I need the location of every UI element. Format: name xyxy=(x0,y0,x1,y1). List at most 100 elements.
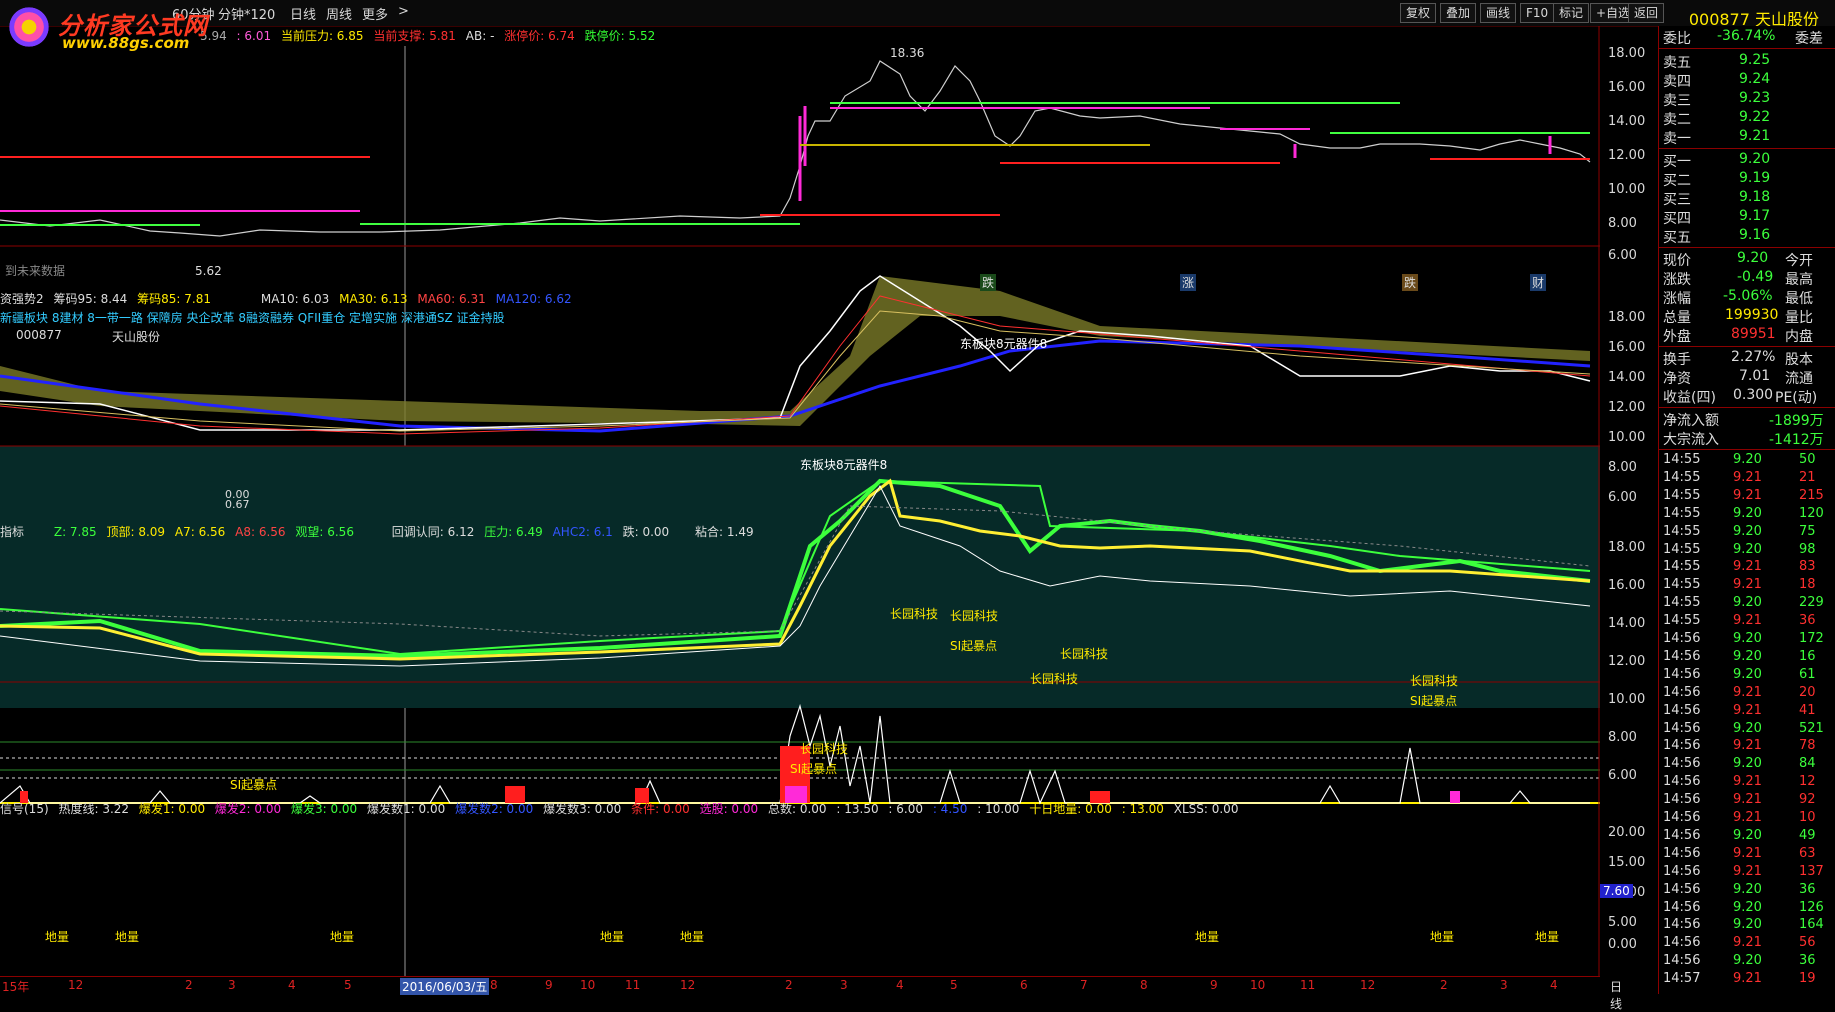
back-button[interactable]: 返回 xyxy=(1628,3,1665,23)
trade-time: 14:56 xyxy=(1663,756,1701,772)
trade-row: 14:56 9.20 521 xyxy=(1659,721,1835,739)
bid-row[interactable]: 买三 9.18 xyxy=(1659,189,1835,208)
trade-volume: 16 xyxy=(1799,648,1816,664)
panel2-indicator-row: 资强势2 筹码95: 8.44 筹码85: 7.81 MA10: 6.03 MA… xyxy=(0,292,572,306)
panel2-annot-1: 东板块8元器件8 xyxy=(960,337,1048,351)
bid-row[interactable]: 买二 9.19 xyxy=(1659,170,1835,189)
trade-row: 14:55 9.21 21 xyxy=(1659,470,1835,488)
stat-row: 净流入额 -1899万 xyxy=(1663,413,1824,429)
period-more[interactable]: 更多 xyxy=(362,4,388,23)
overlay-button[interactable]: 叠加 xyxy=(1440,3,1477,23)
event-label-1[interactable]: 跌 xyxy=(980,274,997,291)
stat-row: 大宗流入 -1412万 xyxy=(1663,432,1824,448)
trade-row: 14:56 9.20 84 xyxy=(1659,756,1835,774)
trade-time: 14:56 xyxy=(1663,631,1701,646)
trade-row: 14:55 9.20 229 xyxy=(1659,595,1835,613)
trade-price: 9.20 xyxy=(1733,523,1762,539)
stat-row: 现价 9.20 今开 xyxy=(1663,250,1813,269)
panel4-label-8: 地量 xyxy=(1535,930,1560,944)
trade-time: 14:56 xyxy=(1663,666,1701,682)
panel3-label-2: 长园科技 xyxy=(950,609,999,623)
trade-volume: 61 xyxy=(1799,666,1816,682)
event-label-3[interactable]: 跌 xyxy=(1402,274,1419,291)
stat-row: 收益(四) 0.300 PE(动) xyxy=(1663,387,1818,406)
bid-row[interactable]: 买四 9.17 xyxy=(1659,208,1835,227)
trade-price: 9.20 xyxy=(1733,756,1762,772)
future-data-note: 到未来数据 xyxy=(5,264,66,278)
ask-row[interactable]: 卖一 9.21 xyxy=(1659,128,1835,147)
trade-row: 14:55 9.21 215 xyxy=(1659,488,1835,506)
trade-volume: 12 xyxy=(1799,774,1816,790)
stat-row: 涨幅 -5.06% 最低 xyxy=(1663,288,1813,307)
chevron-right-icon[interactable]: > xyxy=(398,4,409,19)
trade-row: 14:57 9.21 19 xyxy=(1659,971,1835,989)
trade-price: 9.20 xyxy=(1733,917,1762,933)
ask-row[interactable]: 卖二 9.22 xyxy=(1659,109,1835,128)
trade-price: 9.21 xyxy=(1733,774,1762,790)
mark-button[interactable]: 标记 xyxy=(1553,3,1590,23)
trade-row: 14:56 9.21 20 xyxy=(1659,685,1835,703)
trade-volume: 84 xyxy=(1799,756,1816,772)
panel4-indicator-row: 信号(15) 热度线: 3.22 爆发1: 0.00 爆发2: 0.00 爆发3… xyxy=(0,802,1239,816)
panel3-label-10: SI起暴点 xyxy=(1410,694,1458,708)
panel2-code: 000877 xyxy=(16,328,62,342)
trade-price: 9.21 xyxy=(1733,702,1762,718)
ask-row[interactable]: 卖四 9.24 xyxy=(1659,71,1835,90)
event-label-2[interactable]: 涨 xyxy=(1180,274,1197,291)
trade-price: 9.20 xyxy=(1733,595,1762,611)
f10-button[interactable]: F10 xyxy=(1520,3,1555,23)
trade-time: 14:56 xyxy=(1663,845,1701,861)
top-toolbar: 60分钟 分钟*120 日线 周线 更多 > 复权 叠加 画线 F10 标记 +… xyxy=(0,0,1835,29)
period-indicator[interactable]: 日线 xyxy=(1610,978,1622,1012)
panel4-label-4: 地量 xyxy=(600,930,625,944)
trade-price: 9.21 xyxy=(1733,487,1762,503)
event-label-4[interactable]: 财 xyxy=(1530,274,1547,291)
trade-price: 9.21 xyxy=(1733,935,1762,951)
period-120min[interactable]: 分钟*120 xyxy=(218,4,275,23)
panel2-axis: 18.00 16.00 14.00 12.00 10.00 8.00 6.00 xyxy=(1608,310,1646,505)
panel3-indicator-row: 指标 Z: 7.85 顶部: 8.09 A7: 6.56 A8: 6.56 观望… xyxy=(0,525,754,539)
trade-price: 9.21 xyxy=(1733,559,1762,575)
quote-panel: 委比 -36.74% 委差 卖五 9.25 卖四 9.24 卖三 9.23 卖二 9.2… xyxy=(1658,26,1835,994)
trade-price: 9.21 xyxy=(1733,613,1762,629)
trade-row: 14:56 9.20 49 xyxy=(1659,828,1835,846)
draw-line-button[interactable]: 画线 xyxy=(1480,3,1517,23)
panel3-label-4: 长园科技 xyxy=(1030,672,1079,686)
trade-row: 14:56 9.21 63 xyxy=(1659,846,1835,864)
trade-time: 14:56 xyxy=(1663,648,1701,664)
period-weekly[interactable]: 周线 xyxy=(326,4,352,23)
trade-volume: 229 xyxy=(1799,595,1824,611)
period-daily[interactable]: 日线 xyxy=(290,4,316,23)
trade-time: 14:55 xyxy=(1663,523,1701,539)
ask-row[interactable]: 卖三 9.23 xyxy=(1659,90,1835,109)
trade-row: 14:56 9.20 126 xyxy=(1659,900,1835,918)
trade-time: 14:55 xyxy=(1663,505,1701,521)
trade-row: 14:56 9.21 56 xyxy=(1659,935,1835,953)
cursor-date: 2016/06/03/五 xyxy=(400,978,490,995)
trade-row: 14:56 9.20 16 xyxy=(1659,649,1835,667)
trade-volume: 19 xyxy=(1799,971,1816,987)
bid-row[interactable]: 买五 9.16 xyxy=(1659,227,1835,246)
trade-row: 14:56 9.20 172 xyxy=(1659,631,1835,649)
low-price-label: 5.62 xyxy=(195,264,222,278)
stat-row: 净资 7.01 流通 xyxy=(1663,368,1813,387)
ask-row[interactable]: 卖五 9.25 xyxy=(1659,52,1835,71)
restore-rights-button[interactable]: 复权 xyxy=(1400,3,1437,23)
flower-logo-icon xyxy=(6,4,52,50)
trade-time: 14:57 xyxy=(1663,971,1701,987)
trade-time: 14:55 xyxy=(1663,452,1701,467)
panel4-label-3: 地量 xyxy=(330,930,355,944)
time-axis: 15年 12 2 3 4 5 2016/06/03/五 8 9 10 11 12… xyxy=(0,976,1623,1011)
trade-volume: 36 xyxy=(1799,881,1816,897)
trade-price: 9.20 xyxy=(1733,666,1762,682)
stat-row: 总量 199930 量比 xyxy=(1663,307,1813,326)
trade-time: 14:56 xyxy=(1663,899,1701,915)
trade-volume: 36 xyxy=(1799,613,1816,629)
bid-row[interactable]: 买一 9.20 xyxy=(1659,151,1835,170)
trade-volume: 98 xyxy=(1799,541,1816,557)
trade-time: 14:56 xyxy=(1663,792,1701,808)
trade-price: 9.21 xyxy=(1733,577,1762,593)
trade-volume: 92 xyxy=(1799,792,1816,808)
trade-price: 9.21 xyxy=(1733,845,1762,861)
trade-price: 9.21 xyxy=(1733,738,1762,754)
